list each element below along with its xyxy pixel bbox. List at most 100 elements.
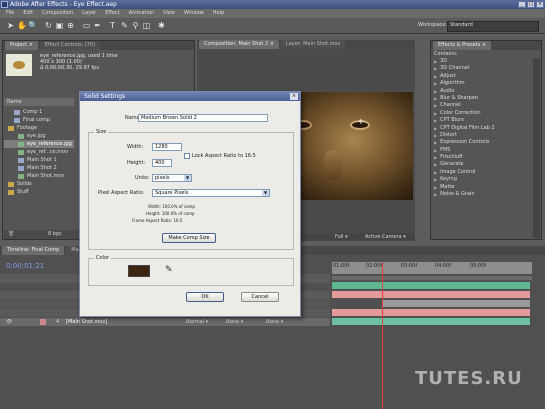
- zoom-tool-icon[interactable]: 🔍: [28, 21, 38, 31]
- effect-category[interactable]: ▶ 3D: [431, 58, 541, 65]
- camera-select[interactable]: Active Camera ▾: [365, 234, 406, 240]
- width-field[interactable]: 1280: [152, 143, 182, 151]
- bit-depth-label[interactable]: 8 bpc: [48, 231, 62, 237]
- effect-category[interactable]: ▶ Audio: [431, 88, 541, 95]
- minimize-button[interactable]: _: [518, 1, 526, 8]
- workspace-select[interactable]: Standard: [447, 21, 539, 32]
- cancel-button[interactable]: Cancel: [241, 292, 279, 302]
- label-color-swatch[interactable]: [40, 319, 46, 325]
- effect-category[interactable]: ▶ CPT Digital Film Lab 2: [431, 125, 541, 132]
- dialog-close-button[interactable]: ×: [290, 93, 298, 100]
- units-select[interactable]: pixels ▼: [152, 174, 192, 182]
- effect-category[interactable]: ▶ Keying: [431, 176, 541, 183]
- tab-effects-presets[interactable]: Effects & Presets ×: [433, 41, 492, 50]
- effect-category[interactable]: ▶ Expression Controls: [431, 139, 541, 146]
- menu-composition[interactable]: Composition: [42, 9, 73, 18]
- effect-category[interactable]: ▶ Noise & Grain: [431, 191, 541, 198]
- work-area-bar[interactable]: [332, 276, 532, 280]
- current-time-display[interactable]: 0;00;01;21: [6, 262, 44, 270]
- time-ruler[interactable]: [332, 262, 532, 274]
- ok-button[interactable]: OK: [186, 292, 224, 302]
- maximize-button[interactable]: □: [527, 1, 535, 8]
- menu-help[interactable]: Help: [213, 9, 224, 18]
- close-window-button[interactable]: ×: [536, 1, 544, 8]
- layer-mode-select[interactable]: Normal ▾: [186, 318, 208, 326]
- effect-category[interactable]: ▶ Color Correction: [431, 110, 541, 117]
- effect-category[interactable]: ▶ Frischluft: [431, 154, 541, 161]
- height-field[interactable]: 400: [152, 159, 172, 167]
- visibility-eye-icon[interactable]: 👁: [6, 318, 12, 326]
- project-item-comp-1[interactable]: Comp 1: [4, 108, 74, 116]
- menu-layer[interactable]: Layer: [82, 9, 96, 18]
- effect-category[interactable]: ▶ Image Control: [431, 169, 541, 176]
- rectangle-mask-tool-icon[interactable]: ▭: [82, 21, 91, 31]
- tab-layer[interactable]: Layer: Main Shot.mov: [280, 40, 346, 49]
- project-item-footage-folder[interactable]: Footage: [4, 124, 74, 132]
- rotate-tool-icon[interactable]: ↻: [44, 21, 53, 31]
- project-item-stuff-folder[interactable]: Stuff: [4, 188, 74, 196]
- project-item-main-shot-1[interactable]: Main Shot 1: [4, 156, 74, 164]
- layer-row-main-shot[interactable]: 👁 4 [Main Shot.mov] Normal ▾ None ▾ None…: [0, 318, 330, 326]
- layer-duration-bar[interactable]: [332, 309, 530, 316]
- eraser-tool-icon[interactable]: ◫: [142, 21, 151, 31]
- layer-name[interactable]: [Main Shot.mov]: [66, 318, 107, 326]
- clone-stamp-tool-icon[interactable]: ⚲: [131, 21, 140, 31]
- camera-tool-icon[interactable]: ▣: [55, 21, 64, 31]
- project-item-final-comp[interactable]: Final comp: [4, 116, 74, 124]
- effect-category[interactable]: ▶ Matte: [431, 184, 541, 191]
- layer-duration-bar[interactable]: [382, 300, 530, 307]
- menu-animation[interactable]: Animation: [129, 9, 155, 18]
- menu-edit[interactable]: Edit: [23, 9, 33, 18]
- tab-effect-controls[interactable]: Effect Controls: (70): [39, 41, 101, 50]
- project-item-eye-ref-mov[interactable]: eye_ref...co.mov: [4, 148, 74, 156]
- track-matte-select[interactable]: None ▾: [226, 318, 243, 326]
- effect-category[interactable]: ▶ CPT Blurs: [431, 117, 541, 124]
- layer-duration-bar[interactable]: [332, 291, 530, 298]
- menu-window[interactable]: Window: [184, 9, 204, 18]
- project-item-eye-jpg[interactable]: eye.jpg: [4, 132, 74, 140]
- tab-timeline-final-comp[interactable]: Timeline: Final Comp: [2, 246, 65, 255]
- make-comp-size-button[interactable]: Make Comp Size: [162, 233, 216, 243]
- tab-composition[interactable]: Composition: Main Shot 2 ×: [199, 40, 279, 49]
- parent-value: None: [266, 319, 280, 325]
- effect-category[interactable]: ▶ Generate: [431, 161, 541, 168]
- effect-category[interactable]: ▶ Algorithm: [431, 80, 541, 87]
- menu-effect[interactable]: Effect: [105, 9, 119, 18]
- pen-tool-icon[interactable]: ✒: [93, 21, 102, 31]
- hand-tool-icon[interactable]: ✋: [17, 21, 27, 31]
- pan-behind-tool-icon[interactable]: ⊕: [66, 21, 75, 31]
- effects-scrollbar[interactable]: [533, 58, 540, 238]
- color-swatch[interactable]: [128, 265, 150, 277]
- menu-view[interactable]: View: [163, 9, 175, 18]
- tab-project[interactable]: Project ×: [5, 41, 38, 50]
- magnification-select[interactable]: Full ▾: [335, 234, 348, 240]
- effect-category[interactable]: ▶ Blur & Sharpen: [431, 95, 541, 102]
- column-header-name[interactable]: Name: [4, 98, 74, 106]
- effect-category[interactable]: ▶ Adjust: [431, 73, 541, 80]
- project-item-main-shot-mov[interactable]: Main Shot.mov: [4, 172, 74, 180]
- lock-aspect-checkbox[interactable]: [184, 153, 190, 159]
- expand-triangle-icon: ▶: [434, 184, 438, 190]
- effects-search-row[interactable]: Contains:: [431, 50, 541, 58]
- puppet-pin-tool-icon[interactable]: ✱: [157, 21, 166, 31]
- project-item-main-shot-2[interactable]: Main Shot 2: [4, 164, 74, 172]
- project-item-eye-reference[interactable]: eye_reference.jpg: [4, 140, 74, 148]
- text-tool-icon[interactable]: T: [108, 21, 117, 31]
- brush-tool-icon[interactable]: ✎: [120, 21, 129, 31]
- pixel-aspect-select[interactable]: Square Pixels ▼: [152, 189, 270, 197]
- project-item-solids-folder[interactable]: Solids: [4, 180, 74, 188]
- effect-category[interactable]: ▶ FMS: [431, 147, 541, 154]
- layer-duration-bar-selected[interactable]: [332, 318, 530, 325]
- trash-icon[interactable]: 🗑: [8, 231, 14, 237]
- effect-category[interactable]: ▶ Distort: [431, 132, 541, 139]
- current-time-indicator[interactable]: [382, 262, 383, 409]
- effect-category[interactable]: ▶ Channel: [431, 102, 541, 109]
- eyedropper-icon[interactable]: ✎: [165, 265, 173, 275]
- parent-select[interactable]: None ▾: [266, 318, 283, 326]
- effect-category[interactable]: ▶ 3D Channel: [431, 65, 541, 72]
- name-field[interactable]: Medium Brown Solid 2: [138, 114, 268, 122]
- selection-tool-icon[interactable]: ➤: [6, 21, 15, 31]
- title-bar: Adobe After Effects - Eye Effect.aep _ □…: [0, 0, 545, 9]
- menu-file[interactable]: File: [6, 9, 14, 18]
- layer-duration-bar[interactable]: [332, 282, 530, 289]
